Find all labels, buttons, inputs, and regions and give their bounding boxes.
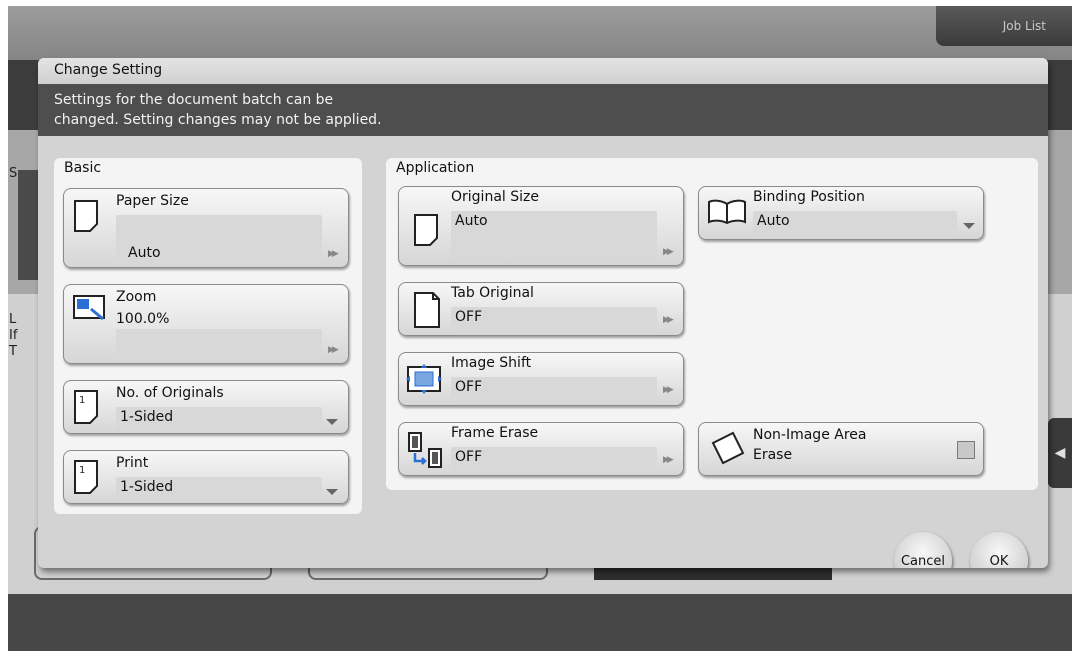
application-panel: Application Original Size Auto ▶▶ Bindin…	[386, 158, 1038, 490]
frame-erase-label: Frame Erase	[451, 425, 539, 441]
non-image-area-erase-label-line2: Erase	[753, 447, 793, 463]
double-arrow-icon: ▶▶	[663, 455, 674, 465]
dialog-message: Settings for the document batch can be c…	[38, 84, 1048, 136]
checkbox[interactable]	[957, 441, 975, 459]
job-list-label: Job List	[1002, 19, 1046, 33]
one-sided-document-icon: 1	[74, 460, 98, 494]
original-size-label: Original Size	[451, 189, 539, 205]
basic-panel: Basic Paper Size Auto ▶▶ Zoom 100.0% ▶▶ …	[54, 158, 362, 514]
one-sided-document-icon: 1	[74, 390, 98, 424]
background-text: L	[9, 312, 17, 327]
tab-original-value: OFF	[455, 309, 483, 325]
original-size-value: Auto	[455, 213, 488, 229]
zoom-value-bar	[116, 329, 322, 359]
book-icon	[708, 199, 746, 225]
svg-text:1: 1	[79, 395, 85, 406]
arrow-left-icon: ◀	[1054, 445, 1066, 461]
dialog-message-line: Settings for the document batch can be	[54, 92, 334, 108]
zoom-label: Zoom	[116, 289, 157, 305]
non-image-area-erase-icon	[711, 431, 745, 465]
background-text: S	[9, 166, 18, 181]
non-image-area-erase-label: Non-Image Area	[753, 427, 867, 443]
binding-position-button[interactable]: Binding Position Auto	[698, 186, 984, 240]
non-image-area-erase-button[interactable]: Non-Image Area Erase	[698, 422, 984, 476]
chevron-down-icon	[326, 489, 338, 495]
zoom-icon	[73, 295, 105, 321]
frame-erase-value: OFF	[455, 449, 483, 465]
top-bar	[8, 6, 1072, 60]
image-shift-icon	[406, 364, 442, 394]
side-panel-tab[interactable]: ◀	[1048, 418, 1072, 488]
binding-position-label: Binding Position	[753, 189, 865, 205]
background-text: If	[9, 328, 18, 343]
binding-position-value: Auto	[757, 213, 790, 229]
double-arrow-icon: ▶▶	[663, 247, 674, 257]
basic-panel-title: Basic	[64, 160, 102, 176]
image-shift-button[interactable]: Image Shift OFF ▶▶	[398, 352, 684, 406]
print-value: 1-Sided	[120, 479, 174, 495]
double-arrow-icon: ▶▶	[328, 249, 339, 259]
job-list-button[interactable]: Job List	[936, 6, 1072, 46]
change-setting-dialog: Change Setting Settings for the document…	[38, 58, 1048, 568]
paper-size-label: Paper Size	[116, 193, 189, 209]
double-arrow-icon: ▶▶	[663, 315, 674, 325]
tab-document-icon	[414, 292, 440, 328]
cancel-button[interactable]: Cancel	[894, 532, 952, 568]
chevron-down-icon	[326, 419, 338, 425]
double-arrow-icon: ▶▶	[663, 385, 674, 395]
ok-label: OK	[989, 553, 1009, 569]
double-arrow-icon: ▶▶	[328, 345, 339, 355]
cancel-label: Cancel	[900, 553, 946, 569]
original-size-button[interactable]: Original Size Auto ▶▶	[398, 186, 684, 266]
no-of-originals-value: 1-Sided	[120, 409, 174, 425]
frame-erase-icon	[408, 432, 442, 468]
print-button[interactable]: 1 Print 1-Sided	[63, 450, 349, 504]
tab-original-button[interactable]: Tab Original OFF ▶▶	[398, 282, 684, 336]
dialog-title: Change Setting	[38, 58, 1048, 84]
zoom-button[interactable]: Zoom 100.0% ▶▶	[63, 284, 349, 364]
dialog-message-line: changed. Setting changes may not be appl…	[54, 112, 382, 128]
frame-erase-button[interactable]: Frame Erase OFF ▶▶	[398, 422, 684, 476]
no-of-originals-label: No. of Originals	[116, 385, 224, 401]
document-icon	[414, 214, 438, 246]
tab-original-label: Tab Original	[451, 285, 534, 301]
svg-text:1: 1	[79, 465, 85, 476]
ok-button[interactable]: OK	[970, 532, 1028, 568]
paper-size-button[interactable]: Paper Size Auto ▶▶	[63, 188, 349, 268]
paper-size-value: Auto	[128, 245, 161, 261]
print-label: Print	[116, 455, 149, 471]
chevron-down-icon	[963, 223, 975, 229]
image-shift-label: Image Shift	[451, 355, 532, 371]
zoom-value: 100.0%	[116, 311, 170, 327]
document-icon	[74, 200, 98, 232]
application-panel-title: Application	[396, 160, 475, 176]
image-shift-value: OFF	[455, 379, 483, 395]
background-text: T	[9, 344, 17, 359]
no-of-originals-button[interactable]: 1 No. of Originals 1-Sided	[63, 380, 349, 434]
